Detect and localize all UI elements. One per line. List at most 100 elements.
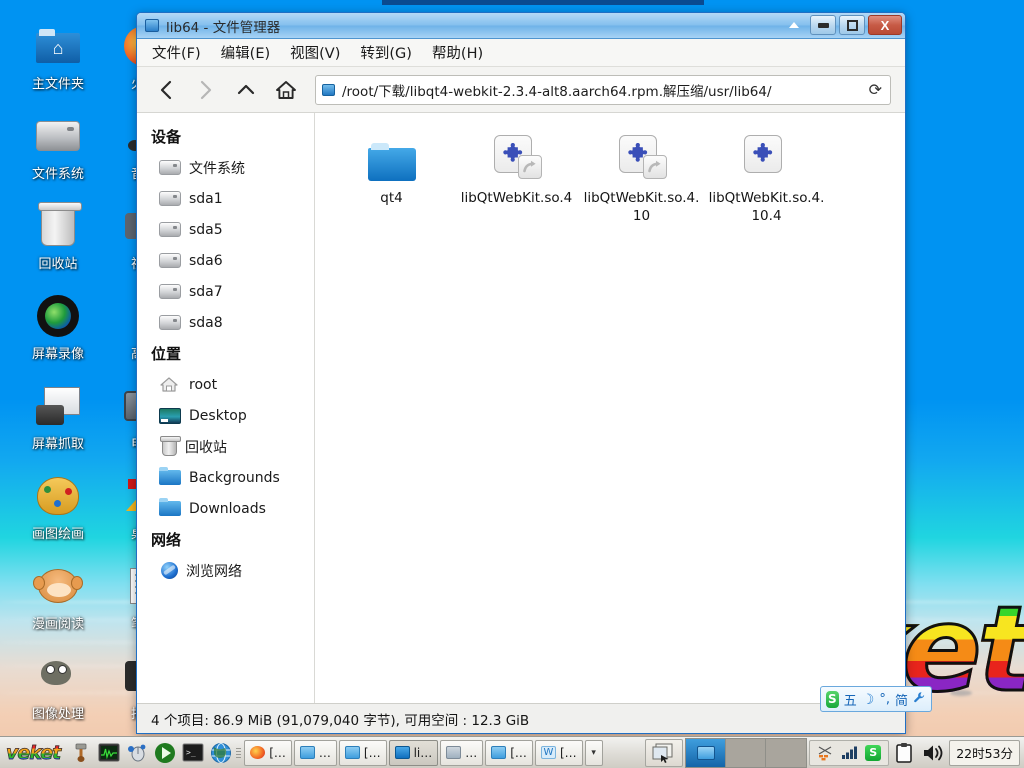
file-item-folder[interactable]: qt4 bbox=[329, 127, 454, 225]
sidebar-item-root[interactable]: root bbox=[137, 369, 314, 400]
system-tray[interactable]: S bbox=[809, 739, 890, 766]
ime-toolbar[interactable]: S 五 ☽ °, 简 bbox=[820, 686, 932, 712]
ime-punctuation-button[interactable]: °, bbox=[879, 692, 890, 707]
sidebar-item-trash[interactable]: 回收站 bbox=[137, 431, 314, 462]
network-icon[interactable] bbox=[816, 744, 834, 762]
start-menu-button[interactable]: veket bbox=[2, 741, 66, 764]
sidebar-item-sda5[interactable]: sda5 bbox=[137, 214, 314, 245]
sidebar-item-browse-network[interactable]: 浏览网络 bbox=[137, 555, 314, 586]
clipboard-icon[interactable] bbox=[891, 740, 917, 766]
file-item-symlink[interactable]: libQtWebKit.so.4.10 bbox=[579, 127, 704, 225]
desktop-icon-screenshot[interactable]: 屏幕抓取 bbox=[14, 382, 102, 472]
moon-icon[interactable]: ☽ bbox=[862, 691, 875, 708]
workspace-1[interactable] bbox=[686, 738, 727, 767]
sidebar-item-sda1[interactable]: sda1 bbox=[137, 183, 314, 214]
signal-bars-icon[interactable] bbox=[840, 744, 858, 762]
menu-item-file[interactable]: 文件(F) bbox=[149, 40, 204, 65]
taskbar[interactable]: veket >_ [… … [… li… … [… W [… ▾ S 22时53… bbox=[0, 736, 1024, 768]
home-icon[interactable] bbox=[267, 73, 305, 107]
taskbar-window-label: li… bbox=[413, 745, 433, 760]
workspace-3[interactable] bbox=[766, 738, 807, 767]
svg-text:>_: >_ bbox=[186, 748, 196, 757]
mount-tool-icon[interactable] bbox=[68, 740, 94, 766]
sidebar-item-desktop[interactable]: Desktop bbox=[137, 400, 314, 431]
symlink-arrow-icon bbox=[517, 155, 542, 179]
desktop-icon-comic-reader[interactable]: 漫画阅读 bbox=[14, 562, 102, 652]
drive-icon bbox=[159, 160, 181, 175]
system-monitor-icon[interactable] bbox=[96, 740, 122, 766]
desktop-icon-paint[interactable]: 画图绘画 bbox=[14, 472, 102, 562]
mouse-settings-icon[interactable] bbox=[124, 740, 150, 766]
reload-icon[interactable]: ⟳ bbox=[867, 80, 884, 100]
taskbar-window-folder-3[interactable]: [… bbox=[485, 739, 533, 766]
taskbar-window-writer[interactable]: W [… bbox=[534, 739, 583, 766]
volume-icon[interactable] bbox=[919, 740, 947, 766]
desktop-icon-home-folder[interactable]: ⌂ 主文件夹 bbox=[14, 22, 102, 112]
ime-mode-button[interactable]: 五 bbox=[844, 690, 857, 709]
terminal-icon[interactable]: >_ bbox=[180, 740, 206, 766]
menu-item-help[interactable]: 帮助(H) bbox=[429, 40, 486, 65]
symlink-arrow-icon bbox=[642, 155, 667, 179]
sidebar-item-filesystem[interactable]: 文件系统 bbox=[137, 152, 314, 183]
sidebar-item-sda8[interactable]: sda8 bbox=[137, 307, 314, 338]
taskbar-window-label: [… bbox=[363, 745, 381, 760]
folder-icon bbox=[344, 746, 360, 759]
desktop-icon-gimp[interactable]: 图像处理 bbox=[14, 652, 102, 742]
back-button[interactable] bbox=[147, 73, 185, 107]
file-list-area[interactable]: qt4 libQtWebKit.so.4 libQtWebKit.so.4.10… bbox=[315, 113, 905, 703]
sogou-icon[interactable]: S bbox=[864, 744, 882, 762]
taskbar-window-firefox[interactable]: [… bbox=[244, 739, 292, 766]
background-window-strip bbox=[382, 0, 704, 5]
sidebar-item-label: sda6 bbox=[189, 252, 223, 269]
taskbar-window-folder-2[interactable]: [… bbox=[338, 739, 387, 766]
file-item-label: libQtWebKit.so.4 bbox=[460, 190, 573, 206]
desktop-icon-trash[interactable]: 回收站 bbox=[14, 202, 102, 292]
sidebar-item-sda6[interactable]: sda6 bbox=[137, 245, 314, 276]
close-button[interactable]: X bbox=[868, 15, 902, 35]
minimize-button[interactable] bbox=[810, 15, 836, 35]
library-symlink-icon bbox=[492, 131, 542, 181]
path-bar[interactable]: /root/下载/libqt4-webkit-2.3.4-alt8.aarch6… bbox=[315, 74, 891, 105]
window-titlebar[interactable]: lib64 - 文件管理器 X bbox=[137, 13, 905, 39]
taskbar-window-folder-1[interactable]: … bbox=[293, 739, 337, 766]
home-icon bbox=[159, 376, 181, 393]
browser-icon[interactable] bbox=[208, 740, 234, 766]
forward-button[interactable] bbox=[187, 73, 225, 107]
file-item-label: libQtWebKit.so.4.10.4 bbox=[708, 190, 825, 225]
sidebar-item-label: 浏览网络 bbox=[186, 563, 242, 580]
file-item-symlink[interactable]: libQtWebKit.so.4 bbox=[454, 127, 579, 225]
show-desktop-button[interactable] bbox=[645, 738, 684, 767]
file-item-library[interactable]: libQtWebKit.so.4.10.4 bbox=[704, 127, 829, 225]
shade-button[interactable] bbox=[785, 15, 803, 35]
sidebar-item-backgrounds[interactable]: Backgrounds bbox=[137, 462, 314, 493]
sidebar[interactable]: 设备 文件系统 sda1 sda5 sda6 sda7 sda8 位置 root… bbox=[137, 113, 315, 703]
ime-language-button[interactable]: 简 bbox=[895, 690, 908, 709]
sidebar-item-downloads[interactable]: Downloads bbox=[137, 493, 314, 524]
statusbar: 4 个项目: 86.9 MiB (91,079,040 字节), 可用空间 : … bbox=[137, 703, 905, 733]
sogou-icon[interactable]: S bbox=[826, 690, 839, 708]
clock[interactable]: 22时53分 bbox=[949, 739, 1020, 766]
trash-icon bbox=[34, 202, 82, 250]
desktop-icon-label: 主文件夹 bbox=[31, 77, 84, 92]
taskbar-window-camera[interactable]: … bbox=[440, 739, 484, 766]
menu-item-view[interactable]: 视图(V) bbox=[287, 40, 343, 65]
sidebar-item-sda7[interactable]: sda7 bbox=[137, 276, 314, 307]
up-button[interactable] bbox=[227, 73, 265, 107]
taskbar-overflow-arrow[interactable]: ▾ bbox=[584, 739, 603, 766]
workspace-2[interactable] bbox=[726, 738, 767, 767]
menubar[interactable]: 文件(F) 编辑(E) 视图(V) 转到(G) 帮助(H) bbox=[137, 39, 905, 67]
taskbar-window-label: [… bbox=[269, 745, 286, 760]
maximize-button[interactable] bbox=[839, 15, 865, 35]
desktop-icon-filesystem[interactable]: 文件系统 bbox=[14, 112, 102, 202]
desktop-icon-screen-record[interactable]: 屏幕录像 bbox=[14, 292, 102, 382]
sidebar-item-label: sda1 bbox=[189, 190, 223, 207]
toolbar[interactable]: /root/下载/libqt4-webkit-2.3.4-alt8.aarch6… bbox=[137, 67, 905, 113]
file-manager-window[interactable]: lib64 - 文件管理器 X 文件(F) 编辑(E) 视图(V) 转到(G) … bbox=[136, 12, 906, 734]
workspace-pager[interactable] bbox=[685, 737, 808, 768]
menu-item-go[interactable]: 转到(G) bbox=[357, 40, 415, 65]
media-player-icon[interactable] bbox=[152, 740, 178, 766]
wrench-icon[interactable] bbox=[913, 691, 926, 708]
taskbar-window-lib64[interactable]: li… bbox=[388, 739, 439, 766]
menu-item-edit[interactable]: 编辑(E) bbox=[218, 40, 273, 65]
folder-icon bbox=[159, 467, 181, 485]
